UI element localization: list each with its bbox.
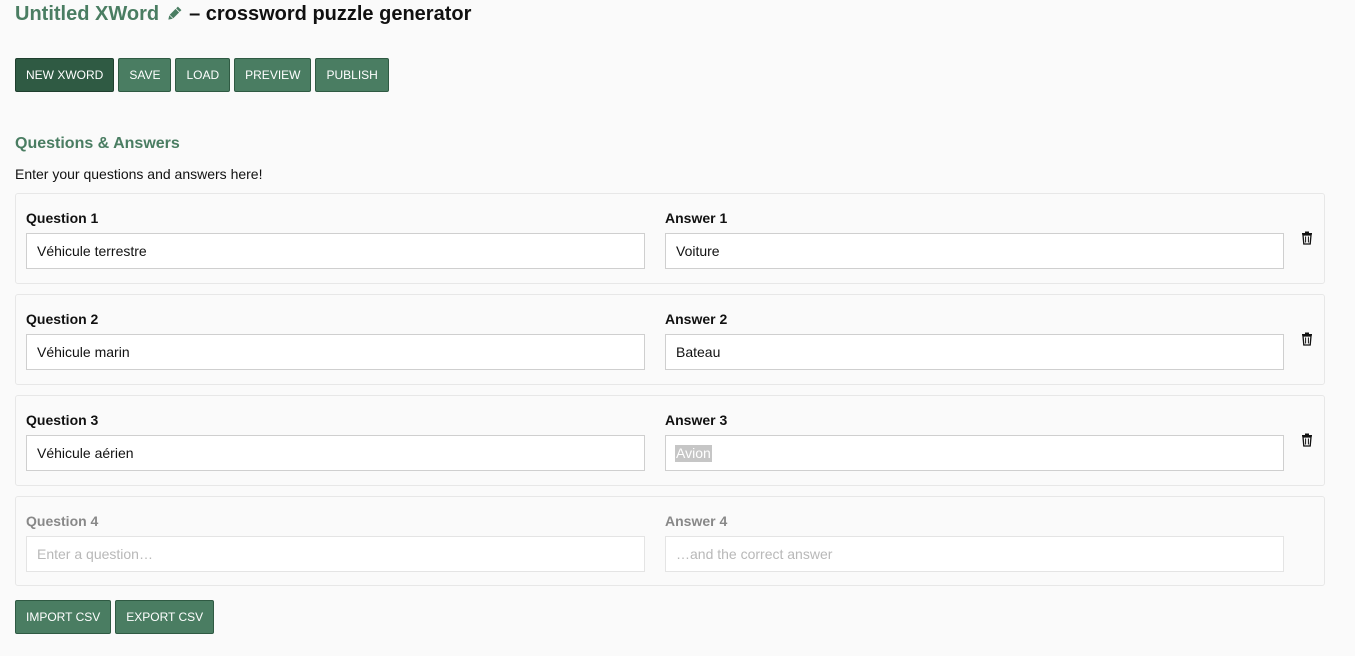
question-input[interactable] [26,334,645,370]
import-csv-button[interactable]: IMPORT CSV [15,600,112,634]
trash-icon[interactable] [1300,332,1314,346]
answer-label: Answer 4 [665,513,728,529]
section-title: Questions & Answers [15,135,180,152]
section-description: Enter your questions and answers here! [15,166,263,182]
question-label: Question 4 [26,513,99,529]
answer-label: Answer 3 [665,412,728,428]
question-field-group: Question 2 [26,311,645,370]
question-input[interactable] [26,233,645,269]
save-button[interactable]: SAVE [118,58,172,92]
puzzle-title[interactable]: Untitled XWord [15,3,159,26]
qa-list: Question 1 Answer 1 Question 2 [15,193,1325,596]
answer-field-group: Answer 3 Avion [665,412,1284,471]
publish-button[interactable]: PUBLISH [315,58,389,92]
question-label: Question 2 [26,311,99,327]
qa-row: Question 3 Answer 3 Avion [15,395,1325,486]
preview-button[interactable]: PREVIEW [234,58,312,92]
question-input[interactable] [26,435,645,471]
load-button[interactable]: LOAD [175,58,231,92]
question-field-group: Question 4 [26,513,645,572]
qa-row-new: Question 4 Answer 4 [15,496,1325,586]
answer-label: Answer 2 [665,311,728,327]
export-csv-button[interactable]: EXPORT CSV [115,600,215,634]
pencil-icon[interactable] [165,5,183,23]
qa-row: Question 2 Answer 2 [15,294,1325,385]
answer-field-group: Answer 2 [665,311,1284,370]
answer-field-group: Answer 1 [665,210,1284,269]
toolbar: NEW XWORD SAVE LOAD PREVIEW PUBLISH [15,58,389,92]
answer-field-group: Answer 4 [665,513,1284,572]
trash-icon[interactable] [1300,231,1314,245]
csv-toolbar: IMPORT CSV EXPORT CSV [15,600,215,634]
answer-input[interactable] [665,233,1284,269]
question-label: Question 1 [26,210,99,226]
question-label: Question 3 [26,412,99,428]
qa-row: Question 1 Answer 1 [15,193,1325,284]
question-field-group: Question 3 [26,412,645,471]
page: Untitled XWord – crossword puzzle genera… [0,0,1355,655]
answer-input[interactable] [665,536,1284,572]
answer-input[interactable] [665,334,1284,370]
question-input[interactable] [26,536,645,572]
page-title: Untitled XWord – crossword puzzle genera… [15,0,1340,29]
answer-input[interactable] [665,435,1284,471]
answer-label: Answer 1 [665,210,728,226]
question-field-group: Question 1 [26,210,645,269]
trash-icon[interactable] [1300,433,1314,447]
answer-input-wrapper: Avion [665,435,1284,471]
app-subtitle: – crossword puzzle generator [189,2,472,25]
new-xword-button[interactable]: NEW XWORD [15,58,115,92]
